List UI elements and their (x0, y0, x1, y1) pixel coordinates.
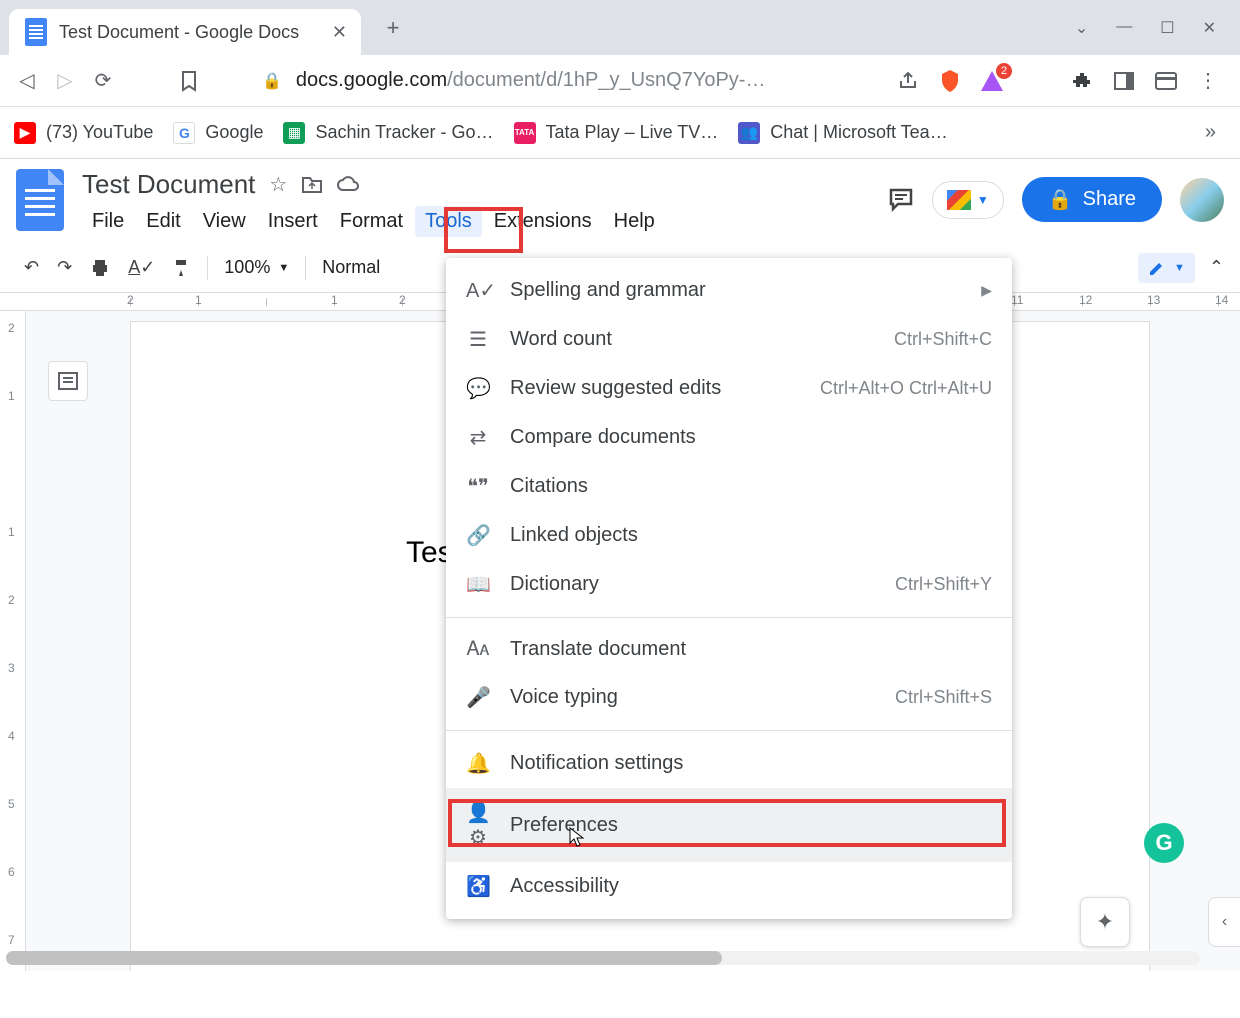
menu-item-voice-typing[interactable]: 🎤Voice typingCtrl+Shift+S (446, 673, 1012, 722)
vertical-ruler[interactable]: 2112345678 (0, 311, 26, 971)
zoom-selector[interactable]: 100%▼ (216, 257, 297, 278)
bookmark-icon[interactable] (174, 66, 204, 96)
explore-button[interactable]: ✦ (1080, 897, 1130, 947)
document-title[interactable]: Test Document (82, 169, 255, 200)
docs-logo-icon[interactable] (16, 169, 64, 231)
editing-mode-button[interactable]: ▼ (1138, 253, 1195, 283)
bookmark-tataplay[interactable]: TATATata Play – Live TV… (514, 122, 719, 144)
bookmark-youtube[interactable]: ▶(73) YouTube (14, 122, 153, 144)
tataplay-icon: TATA (514, 122, 536, 144)
sheets-icon: ▦ (283, 122, 305, 144)
url-field[interactable]: 🔒 docs.google.com/document/d/1hP_y_UsnQ7… (262, 69, 876, 92)
move-icon[interactable] (301, 176, 323, 194)
badge-count: 2 (996, 63, 1012, 79)
paint-format-button[interactable] (165, 252, 199, 284)
menu-help[interactable]: Help (604, 206, 665, 237)
collapse-toolbar-button[interactable]: ⌃ (1209, 257, 1224, 278)
share-button[interactable]: 🔒 Share (1022, 177, 1162, 222)
print-button[interactable] (82, 252, 118, 284)
menu-item-preferences[interactable]: 👤⚙Preferences (446, 788, 1012, 862)
menu-item-translate-document[interactable]: 🗛Translate document (446, 626, 1012, 673)
bookmark-teams[interactable]: 👥Chat | Microsoft Tea… (738, 122, 947, 144)
browser-menu-icon[interactable]: ⋮ (1196, 69, 1220, 93)
meet-icon (947, 190, 971, 210)
bookmark-sheets[interactable]: ▦Sachin Tracker - Go… (283, 122, 493, 144)
menu-edit[interactable]: Edit (136, 206, 190, 237)
redo-button[interactable]: ↷ (49, 251, 80, 284)
menu-item-compare-documents[interactable]: ⇄Compare documents (446, 413, 1012, 462)
cloud-status-icon[interactable] (337, 176, 361, 194)
style-selector[interactable]: Normal (314, 257, 388, 278)
address-bar: ◁ ▷ ⟳ 🔒 docs.google.com/document/d/1hP_y… (0, 55, 1240, 107)
menu-item-spelling-and-grammar[interactable]: A✓Spelling and grammar▶ (446, 266, 1012, 315)
menu-format[interactable]: Format (330, 206, 413, 237)
chevron-down-icon[interactable]: ⌄ (1075, 18, 1088, 38)
browser-tab-bar: Test Document - Google Docs ✕ + ⌄ — ☐ ✕ (0, 0, 1240, 55)
menu-item-linked-objects[interactable]: 🔗Linked objects (446, 511, 1012, 560)
menu-item-accessibility[interactable]: ♿Accessibility (446, 862, 1012, 911)
maximize-icon[interactable]: ☐ (1160, 18, 1174, 38)
outline-button[interactable] (48, 361, 88, 401)
star-icon[interactable]: ☆ (269, 172, 287, 197)
new-tab-button[interactable]: + (375, 10, 411, 46)
url-path: /document/d/1hP_y_UsnQ7YoPy-… (447, 69, 765, 92)
meet-button[interactable]: ▼ (932, 181, 1004, 219)
grammarly-icon[interactable]: G (1144, 823, 1184, 863)
google-icon: G (173, 122, 195, 144)
undo-button[interactable]: ↶ (16, 251, 47, 284)
brave-shields-icon[interactable] (938, 69, 962, 93)
youtube-icon: ▶ (14, 122, 36, 144)
extensions-icon[interactable] (1070, 69, 1094, 93)
browser-tab[interactable]: Test Document - Google Docs ✕ (9, 9, 361, 55)
back-button[interactable]: ◁ (12, 66, 42, 96)
menu-tools[interactable]: Tools (415, 206, 482, 237)
chevron-down-icon: ▼ (977, 193, 989, 207)
wallet-icon[interactable] (1154, 69, 1178, 93)
account-avatar[interactable] (1180, 178, 1224, 222)
menu-bar: FileEditViewInsertFormatToolsExtensionsH… (82, 206, 665, 237)
bookmark-google[interactable]: GGoogle (173, 122, 263, 144)
teams-icon: 👥 (738, 122, 760, 144)
submenu-arrow-icon: ▶ (981, 282, 992, 299)
menu-item-notification-settings[interactable]: 🔔Notification settings (446, 739, 1012, 788)
brave-rewards-icon[interactable]: 2 (980, 69, 1004, 93)
menu-item-word-count[interactable]: ☰Word countCtrl+Shift+C (446, 315, 1012, 364)
side-panel-toggle[interactable]: ‹ (1208, 897, 1240, 947)
menu-item-citations[interactable]: ❝❞Citations (446, 462, 1012, 511)
menu-extensions[interactable]: Extensions (484, 206, 602, 237)
docs-header: Test Document ☆ FileEditViewInsertFormat… (0, 159, 1240, 237)
url-host: docs.google.com (296, 69, 447, 92)
menu-view[interactable]: View (193, 206, 256, 237)
bookmarks-overflow[interactable]: » (1205, 121, 1226, 144)
comments-icon[interactable] (888, 187, 914, 213)
tools-dropdown: A✓Spelling and grammar▶☰Word countCtrl+S… (446, 258, 1012, 919)
lock-icon: 🔒 (262, 71, 282, 91)
spellcheck-button[interactable]: A✓ (120, 251, 163, 284)
menu-item-dictionary[interactable]: 📖DictionaryCtrl+Shift+Y (446, 560, 1012, 609)
share-page-icon[interactable] (896, 69, 920, 93)
close-window-icon[interactable]: ✕ (1203, 18, 1216, 38)
mouse-cursor (568, 826, 586, 848)
menu-insert[interactable]: Insert (258, 206, 328, 237)
lock-icon: 🔒 (1048, 187, 1073, 212)
minimize-icon[interactable]: — (1116, 18, 1132, 38)
docs-favicon (25, 18, 47, 46)
sidepanel-icon[interactable] (1112, 69, 1136, 93)
menu-file[interactable]: File (82, 206, 134, 237)
tab-title: Test Document - Google Docs (59, 22, 328, 43)
menu-item-review-suggested-edits[interactable]: 💬Review suggested editsCtrl+Alt+O Ctrl+A… (446, 364, 1012, 413)
horizontal-scrollbar[interactable] (6, 951, 1200, 965)
window-controls: ⌄ — ☐ ✕ (1075, 18, 1240, 38)
close-tab-icon[interactable]: ✕ (328, 18, 351, 47)
reload-button[interactable]: ⟳ (88, 66, 118, 96)
bookmarks-bar: ▶(73) YouTube GGoogle ▦Sachin Tracker - … (0, 107, 1240, 159)
forward-button[interactable]: ▷ (50, 66, 80, 96)
